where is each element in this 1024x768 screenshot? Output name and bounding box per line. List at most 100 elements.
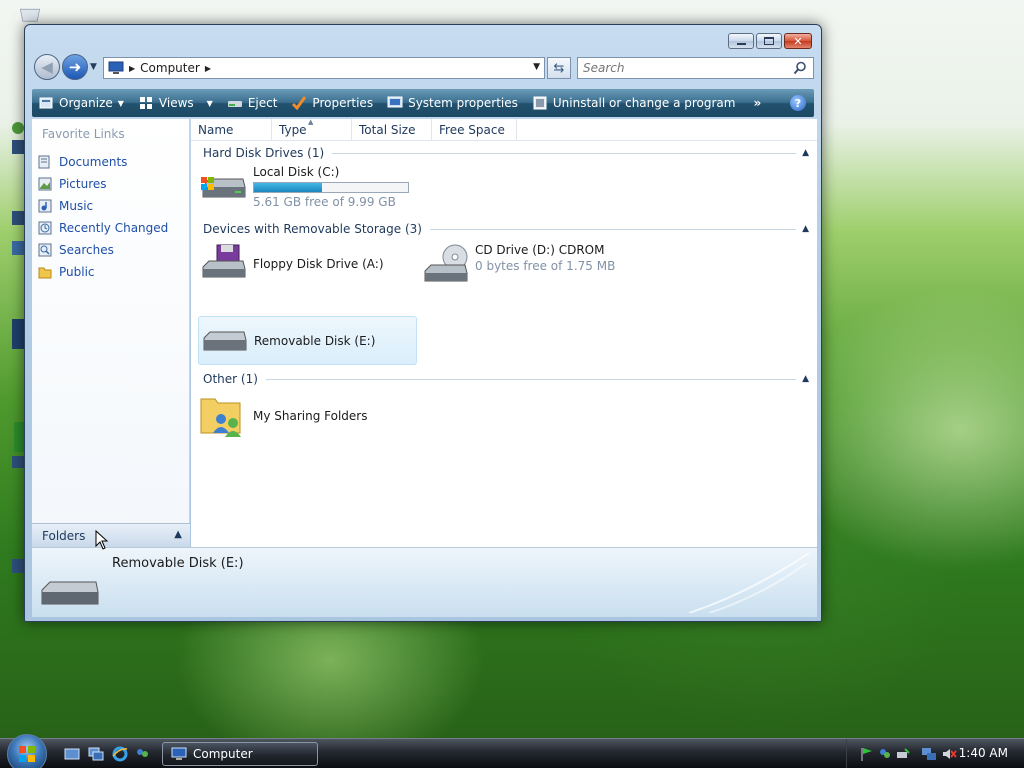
group-title: Other (1) (203, 372, 258, 386)
group-other[interactable]: Other (1) ▲ (203, 370, 809, 388)
drive-name: CD Drive (D:) CDROM (475, 243, 605, 257)
nav-item-music[interactable]: Music (38, 195, 168, 217)
properties-button[interactable]: Properties (291, 95, 373, 111)
navigation-pane: Favorite Links Documents Pictures Music … (32, 119, 190, 547)
nav-item-recently-changed[interactable]: Recently Changed (38, 217, 168, 239)
collapse-group-icon[interactable]: ▲ (802, 148, 809, 158)
taskbar-button-computer[interactable]: Computer (162, 742, 318, 766)
column-label: Free Space (439, 123, 505, 137)
close-icon: ✕ (793, 34, 803, 48)
item-name: My Sharing Folders (253, 409, 368, 423)
sort-indicator-icon: ▲ (308, 118, 314, 126)
help-button[interactable]: ? (790, 95, 806, 111)
recycle-bin-icon[interactable] (18, 2, 42, 26)
drive-name: Floppy Disk Drive (A:) (253, 257, 384, 271)
column-header-name[interactable]: Name (191, 119, 272, 141)
column-label: Total Size (359, 123, 416, 137)
search-box[interactable] (577, 57, 814, 79)
views-button[interactable]: Views ▼ (138, 95, 213, 111)
maximize-icon (764, 37, 774, 45)
free-space-text: 5.61 GB free of 9.99 GB (253, 195, 396, 209)
computer-icon (108, 61, 124, 74)
breadcrumb-computer[interactable]: Computer (140, 61, 200, 75)
system-properties-label: System properties (408, 96, 518, 110)
computer-icon (171, 747, 187, 760)
help-icon: ? (794, 96, 802, 110)
system-properties-button[interactable]: System properties (387, 95, 518, 111)
group-title: Hard Disk Drives (1) (203, 146, 325, 160)
address-bar[interactable]: ▶ Computer ▶ ▼ (103, 57, 545, 79)
drive-removable-e[interactable]: Removable Disk (E:) (198, 316, 417, 365)
window-controls: ✕ (728, 33, 812, 49)
nav-item-label: Pictures (59, 177, 107, 191)
group-divider (332, 152, 797, 154)
group-hard-disk-drives[interactable]: Hard Disk Drives (1) ▲ (203, 144, 809, 162)
desktop-icon-2[interactable] (0, 205, 24, 265)
toolbar-overflow-button[interactable]: » (753, 96, 761, 110)
organize-label: Organize (59, 96, 113, 110)
drive-name: Removable Disk (E:) (254, 333, 376, 348)
eject-label: Eject (247, 96, 278, 110)
desktop-icon-1[interactable] (0, 120, 24, 160)
nav-item-public[interactable]: Public (38, 261, 168, 283)
minimize-button[interactable] (728, 33, 754, 49)
drive-local-disk-c[interactable]: Local Disk (C:) 5.61 GB free of 9.99 GB (199, 165, 409, 209)
forward-arrow-icon: ➜ (68, 58, 82, 76)
nav-item-documents[interactable]: Documents (38, 151, 168, 173)
close-button[interactable]: ✕ (784, 33, 812, 49)
back-button[interactable]: ◀ (34, 54, 60, 80)
maximize-button[interactable] (756, 33, 782, 49)
desktop-icon-3[interactable] (0, 315, 24, 365)
start-button[interactable] (7, 734, 47, 768)
switch-windows-icon[interactable] (88, 746, 104, 762)
column-label: Type (279, 123, 307, 137)
refresh-button[interactable]: ⇆ (547, 57, 571, 79)
messenger-icon[interactable] (134, 746, 150, 762)
column-headers: Name ▲ Type Total Size Free Space (191, 118, 817, 141)
sharing-folders-icon (200, 398, 241, 437)
group-removable-storage[interactable]: Devices with Removable Storage (3) ▲ (203, 220, 809, 238)
search-input[interactable] (583, 61, 783, 75)
drive-cd-d[interactable]: CD Drive (D:) CDROM 0 bytes free of 1.75… (421, 243, 615, 287)
forward-button[interactable]: ➜ (62, 54, 88, 80)
nav-item-searches[interactable]: Searches (38, 239, 168, 261)
eject-icon (227, 101, 242, 107)
address-dropdown-icon[interactable]: ▼ (533, 62, 540, 72)
column-header-total-size[interactable]: Total Size (352, 119, 432, 141)
views-label: Views (158, 96, 194, 110)
folders-label: Folders (42, 528, 86, 543)
explorer-window: ✕ ◀ ➜ ▼ ▶ Computer ▶ ▼ ⇆ Organize ▼ View… (24, 24, 822, 622)
eject-button[interactable]: Eject (227, 95, 278, 111)
search-icon[interactable] (793, 61, 807, 75)
clock[interactable]: 1:40 AM (959, 746, 1008, 760)
windows-logo-icon (19, 746, 35, 762)
collapse-group-icon[interactable]: ▲ (802, 224, 809, 234)
volume-muted-icon[interactable] (941, 746, 957, 762)
group-divider (265, 378, 797, 380)
drive-c-info: Local Disk (C:) 5.61 GB free of 9.99 GB (253, 165, 409, 209)
free-space-text: 0 bytes free of 1.75 MB (475, 259, 616, 273)
folders-toggle[interactable]: Folders ▲ (32, 523, 190, 547)
messenger-status-icon[interactable] (877, 746, 893, 762)
show-desktop-icon[interactable] (64, 746, 80, 762)
column-header-free-space[interactable]: Free Space (432, 119, 517, 141)
details-item-name: Removable Disk (E:) (112, 556, 244, 571)
organize-button[interactable]: Organize ▼ (38, 95, 124, 111)
mouse-cursor-icon (95, 530, 109, 550)
column-header-type[interactable]: ▲ Type (272, 118, 352, 141)
desktop-icon-4[interactable] (0, 420, 24, 500)
safely-remove-hardware-icon[interactable] (895, 746, 911, 762)
uninstall-program-button[interactable]: Uninstall or change a program (532, 95, 735, 111)
my-sharing-folders[interactable]: My Sharing Folders (199, 391, 368, 441)
internet-explorer-icon[interactable] (112, 746, 128, 762)
breadcrumb-chevron-icon[interactable]: ▶ (205, 64, 211, 73)
nav-item-pictures[interactable]: Pictures (38, 173, 168, 195)
flag-icon[interactable] (859, 746, 875, 762)
collapse-group-icon[interactable]: ▲ (802, 374, 809, 384)
pictures-icon (38, 177, 52, 191)
desktop-icon-5[interactable] (0, 555, 24, 585)
drive-floppy-a[interactable]: Floppy Disk Drive (A:) (199, 243, 384, 285)
nav-item-label: Documents (59, 155, 128, 169)
recent-pages-dropdown[interactable]: ▼ (90, 62, 97, 72)
network-icon[interactable] (921, 746, 937, 762)
